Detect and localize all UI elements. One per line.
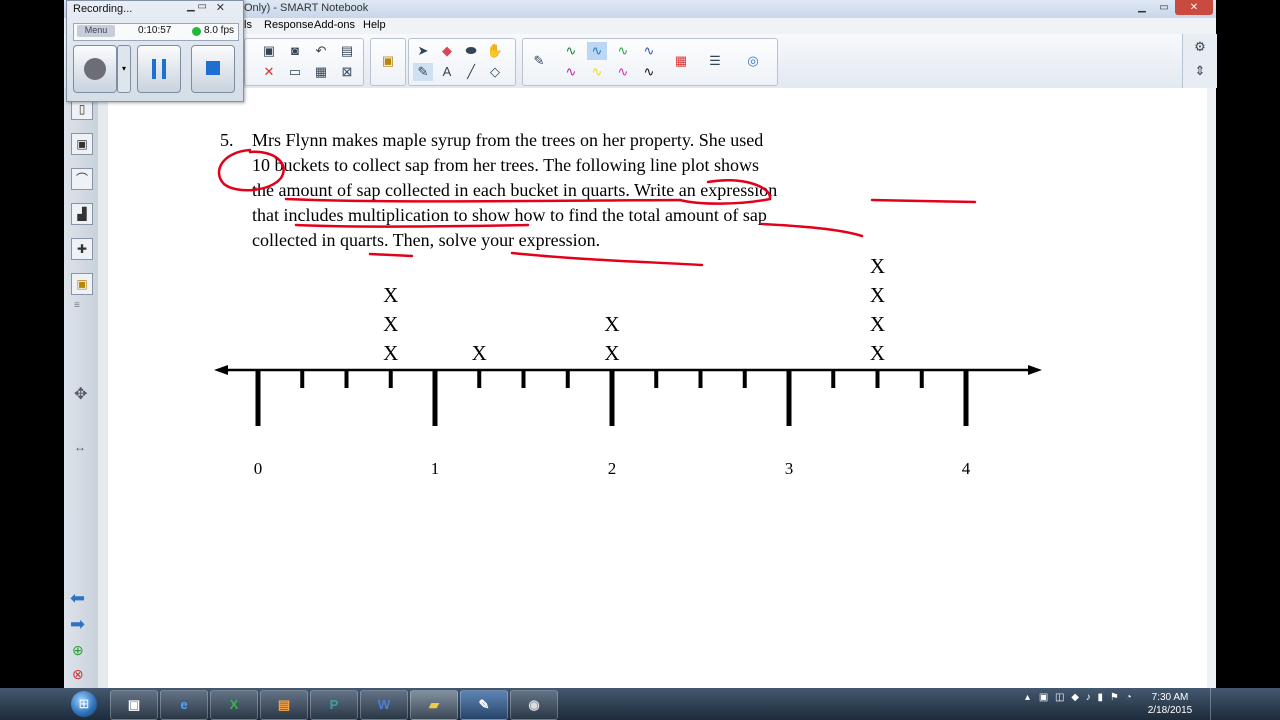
publisher-icon: P [329,697,339,712]
line-plot: XXXX XXXXXX 01234 [214,254,1042,478]
excel-icon: X [229,697,239,712]
axis-arrow-right [1028,365,1042,375]
recorder-time: 0:10:57 [138,25,172,36]
stop-icon [206,61,220,75]
tray-dropbox-icon[interactable]: ◆ [1071,692,1079,703]
start-icon: ⊞ [71,691,97,717]
word-icon: W [377,697,391,712]
taskbar-app-internet-explorer[interactable]: e [160,690,208,720]
x-mark: X [870,283,885,307]
tray-arrow-icon[interactable]: ▴ [1025,692,1030,703]
recorder-icon: ◉ [528,697,540,712]
tray-wifi-icon[interactable]: ◔ [1126,692,1132,703]
tray-network-icon[interactable]: ◫ [1055,692,1064,703]
x-mark: X [870,312,885,336]
system-tray: ▴ ▣ ◫ ◆ ♪ ▮ ⚑ ◔ [1025,692,1132,703]
skype-icon: ▣ [127,697,141,712]
underline-amount-annotation [284,178,772,205]
x-mark: X [870,341,885,365]
pause-icon [152,59,166,79]
tick-label: 2 [608,459,617,478]
tick-label: 1 [431,459,440,478]
number-line-ticks [255,370,969,426]
taskbar-app-word[interactable]: W [360,690,408,720]
plot-labels: 0 1 2 3 4 [254,459,971,478]
x-mark: X [383,312,398,336]
underline-total-annotation [760,222,864,238]
record-icon [84,58,106,80]
taskbar-app-paint[interactable]: ▤ [260,690,308,720]
tick-label: 3 [785,459,794,478]
recorder-menu-button[interactable]: Menu [77,25,115,37]
pause-button[interactable] [137,45,181,93]
screen-recorder-panel: Recording... ▁ ▭ ✕ Menu 0:10:57 8.0 fps … [66,0,244,102]
x-mark: X [383,283,398,307]
paint-icon: ▤ [277,697,291,712]
tick-label: 4 [962,459,971,478]
underline-expression-annotation [870,198,977,204]
recorder-minimize-icon[interactable]: ▁ ▭ [187,1,207,12]
record-dropdown-icon[interactable]: ▾ [117,45,131,93]
recorder-status-bar: Menu 0:10:57 8.0 fps [73,23,239,41]
taskbar-app-folder[interactable]: ▰ [410,690,458,720]
taskbar-app-excel[interactable]: X [210,690,258,720]
smart-notebook-icon: ✎ [478,697,490,712]
tray-app-icon[interactable]: ▣ [1039,692,1048,703]
taskbar-app-smart-notebook[interactable]: ✎ [460,690,508,720]
start-button[interactable]: ⊞ [66,688,102,720]
recorder-close-icon[interactable]: ✕ [216,1,225,14]
clock-time: 7:30 AM [1151,692,1189,703]
plot-marks: XXXX XXXXXX [383,254,885,365]
axis-arrow-left [214,365,228,375]
taskbar-app-skype[interactable]: ▣ [110,690,158,720]
x-mark: X [604,341,619,365]
recorder-title: Recording... [73,3,133,15]
taskbar-app-publisher[interactable]: P [310,690,358,720]
taskbar-clock[interactable]: 7:30 AM 2/18/2015 [1140,691,1200,717]
taskbar-app-recorder[interactable]: ◉ [510,690,558,720]
x-mark: X [383,341,398,365]
underline-multiplication-annotation [294,223,530,228]
status-dot-icon [192,27,201,36]
x-mark: X [604,312,619,336]
internet-explorer-icon: e [180,697,188,712]
tray-volume-icon[interactable]: ♪ [1086,692,1091,703]
clock-date: 2/18/2015 [1147,705,1193,716]
circle-10-annotation [217,148,285,192]
recorder-fps: 8.0 fps [204,25,235,36]
tick-label: 0 [254,459,263,478]
x-mark: X [870,254,885,278]
folder-icon: ▰ [429,697,439,712]
number-line [214,365,1042,375]
tray-battery-icon[interactable]: ▮ [1098,692,1104,703]
show-desktop-button[interactable] [1210,688,1223,720]
x-mark: X [472,341,487,365]
stop-button[interactable] [191,45,235,93]
tray-flag-icon[interactable]: ⚑ [1110,692,1119,703]
record-button[interactable] [73,45,117,93]
